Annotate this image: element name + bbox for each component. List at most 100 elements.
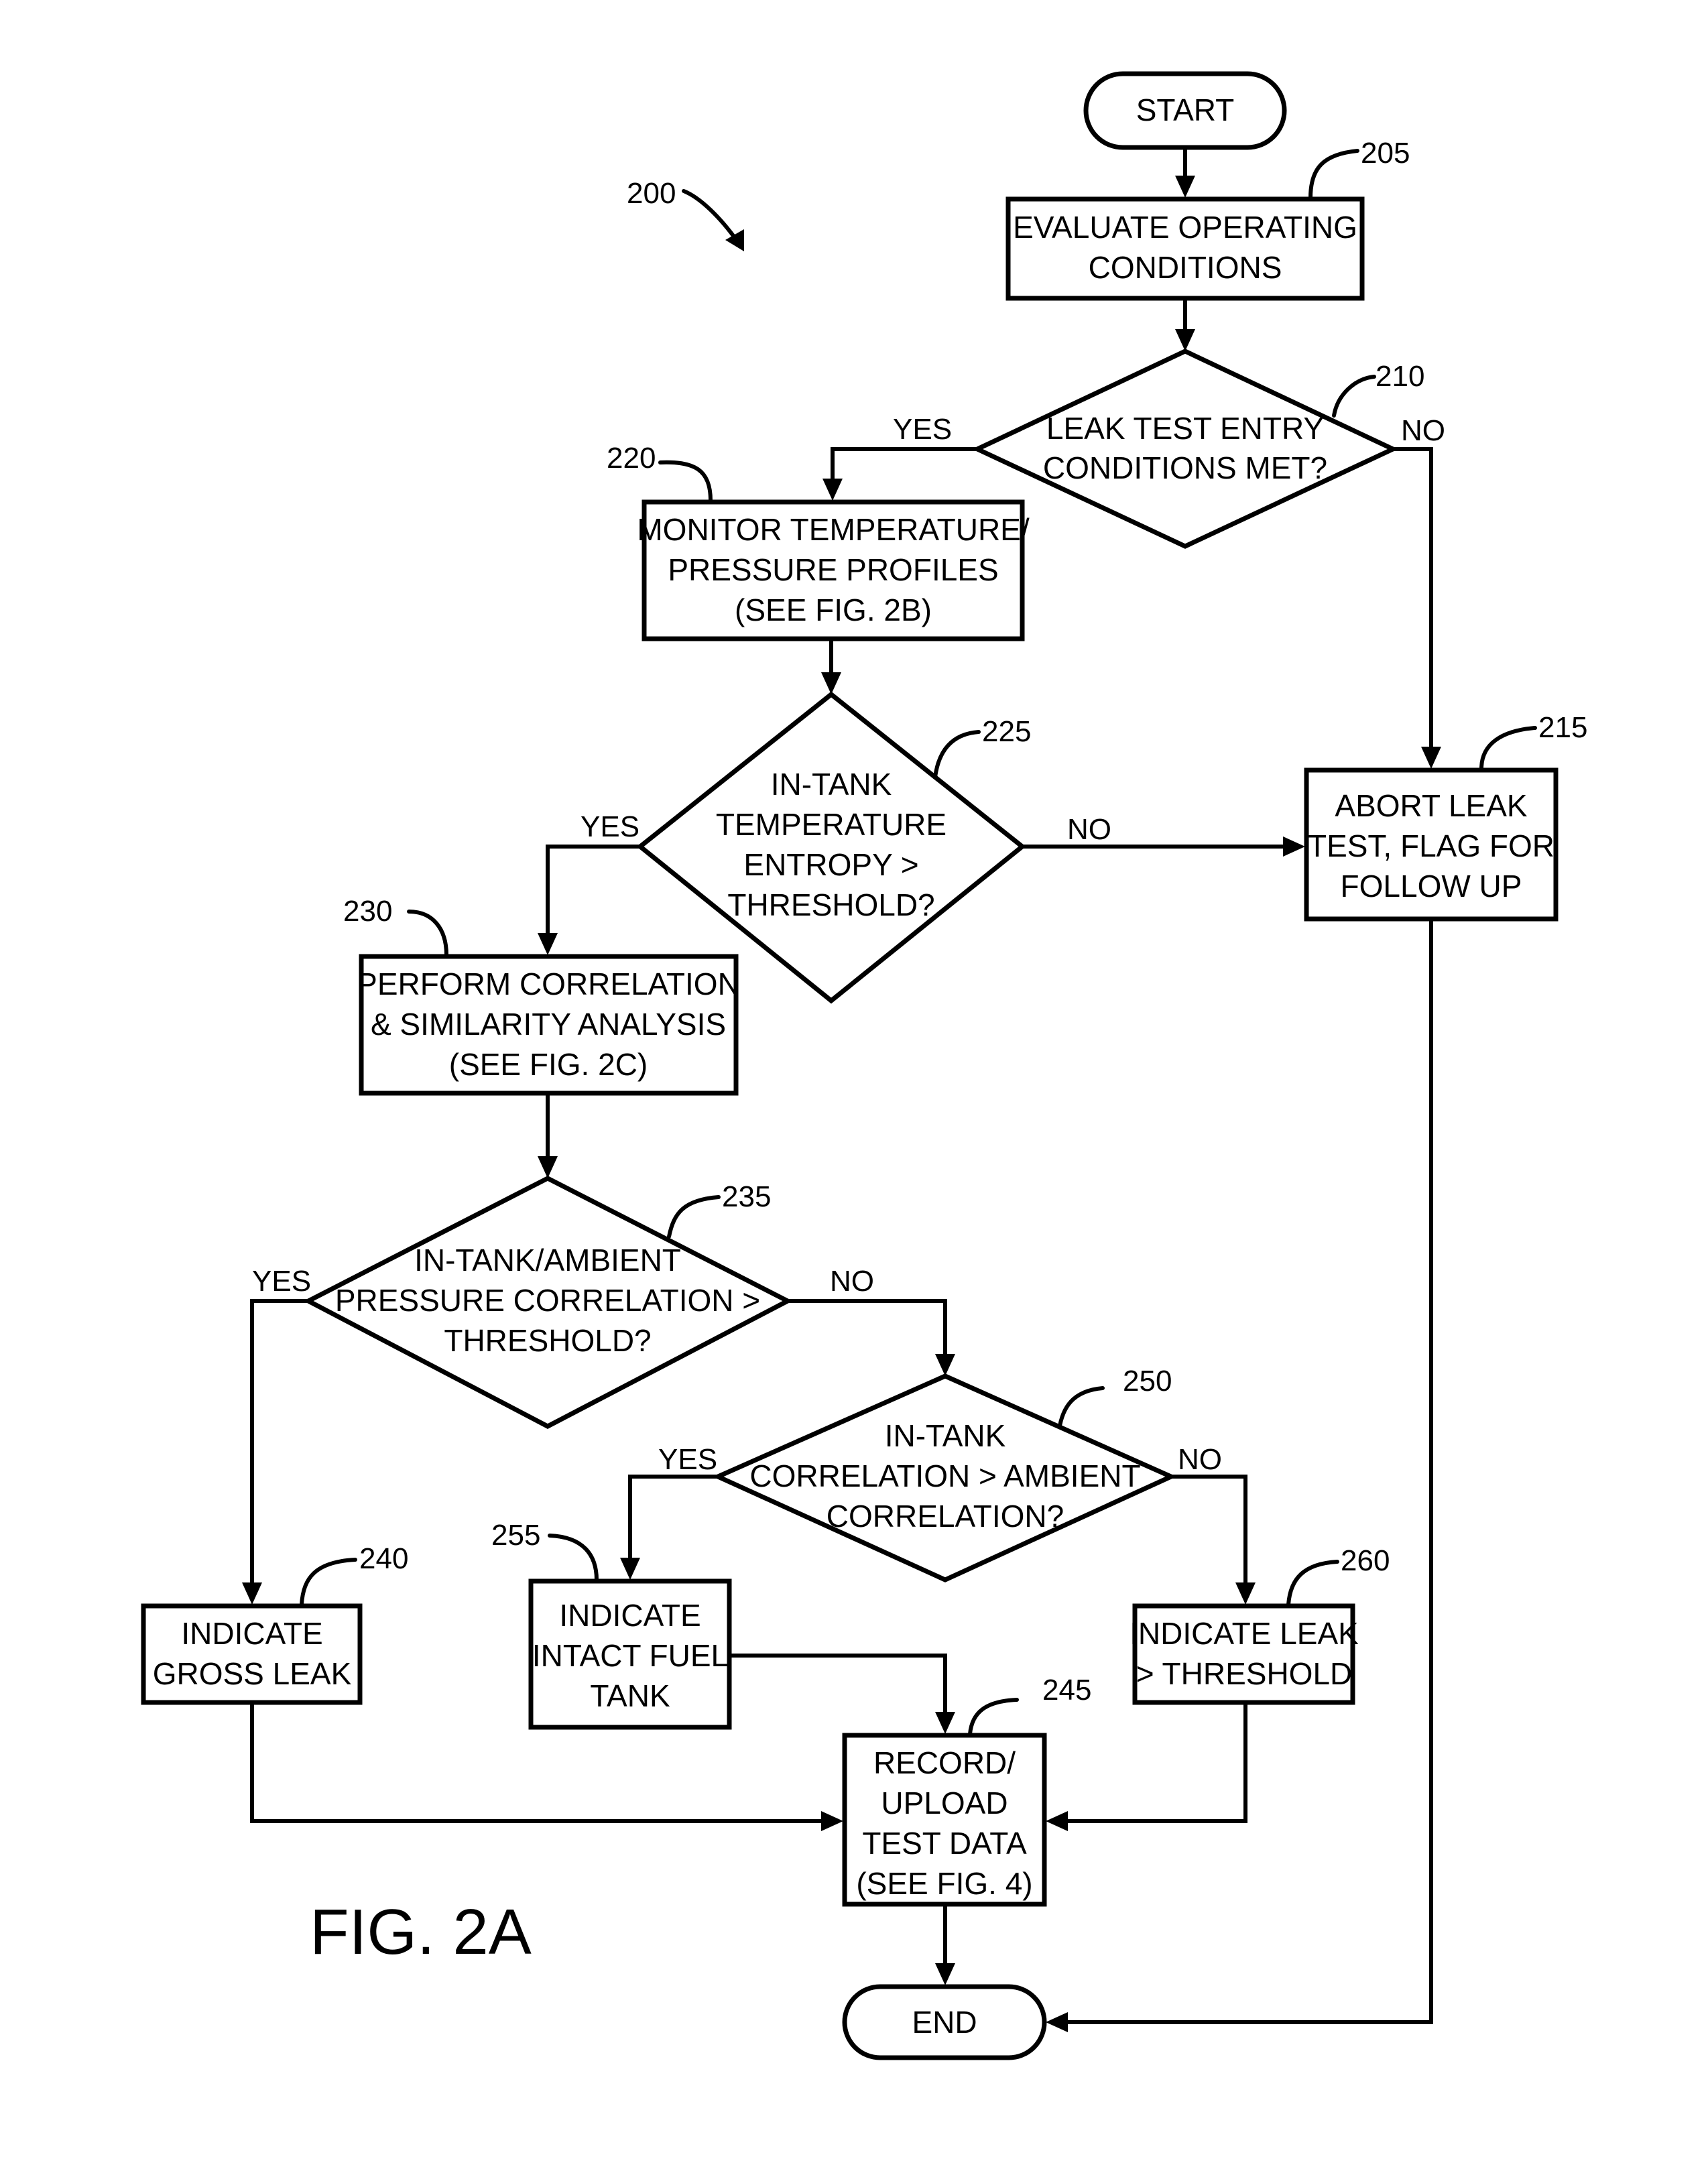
node-245-record-upload: RECORD/ UPLOAD TEST DATA (SEE FIG. 4) [842,1733,1047,1907]
node-text: RECORD/ [873,1745,1016,1780]
ref-240: 240 [359,1542,408,1575]
edge-210-220 [831,447,977,483]
node-text: INDICATE [181,1616,322,1651]
leader-205 [1308,149,1359,200]
node-210-leak-test-entry: LEAK TEST ENTRY CONDITIONS MET? [971,349,1399,549]
arrowhead-icon [538,1156,558,1178]
leader-240 [300,1558,357,1607]
node-text: PERFORM CORRELATION [357,967,740,1001]
edge-label-235-yes: YES [252,1265,311,1298]
node-start: START [1083,71,1287,150]
node-text: ABORT LEAK [1335,788,1528,823]
ref-225: 225 [982,715,1031,748]
leader-255 [548,1534,599,1582]
leader-260 [1286,1560,1339,1607]
node-text: INTACT FUEL [532,1638,728,1673]
leader-225 [933,730,981,780]
edge-260-245 [1064,1704,1247,1823]
node-text: TEST DATA [862,1826,1027,1861]
arrowhead-icon [935,1712,955,1734]
ref-230: 230 [343,895,392,928]
arrowhead-icon [821,1811,843,1831]
nodes: START EVALUATE OPERATING CONDITIONS LEAK… [141,71,1559,2060]
edge-225-230 [546,845,640,937]
edge-label-225-yes: YES [581,810,639,843]
arrowhead-icon [725,229,744,251]
node-230-correlation-analysis: PERFORM CORRELATION & SIMILARITY ANALYSI… [357,954,740,1096]
node-260-leak-above-threshold: INDICATE LEAK > THRESHOLD [1130,1603,1359,1705]
edge-255-245 [731,1654,947,1716]
node-text: CORRELATION? [827,1499,1064,1534]
node-text: IN-TANK/AMBIENT [414,1243,681,1278]
node-text: FOLLOW UP [1341,869,1522,904]
node-240-gross-leak: INDICATE GROSS LEAK [141,1603,363,1705]
node-text: (SEE FIG. 2C) [449,1047,648,1082]
edge-250-255 [628,1475,718,1562]
flowchart: YES NO YES NO YES NO YES NO 200 205 210 … [141,71,1587,2060]
node-text: IN-TANK [885,1418,1006,1453]
figure-label: FIG. 2A [310,1896,532,1968]
node-text: EVALUATE OPERATING [1013,210,1357,245]
node-text: ENTROPY > [743,847,918,882]
node-255-intact-fuel-tank: INDICATE INTACT FUEL TANK [528,1578,732,1730]
node-220-monitor-profiles: MONITOR TEMPERATURE/ PRESSURE PROFILES (… [637,499,1030,641]
arrowhead-icon [1235,1582,1256,1605]
node-text: GROSS LEAK [153,1656,352,1691]
arrowhead-icon [1283,836,1305,857]
ref-245: 245 [1042,1674,1091,1706]
node-text: & SIMILARITY ANALYSIS [371,1007,726,1042]
edge-label-250-no: NO [1178,1443,1222,1476]
node-215-abort-leak-test: ABORT LEAK TEST, FLAG FOR FOLLOW UP [1304,767,1559,922]
ref-220: 220 [607,442,656,475]
arrowhead-icon [1175,176,1195,198]
node-text: PRESSURE CORRELATION > [335,1283,760,1318]
arrowhead-icon [1421,747,1441,769]
node-text: TANK [590,1678,670,1713]
node-text: INDICATE [559,1598,700,1633]
arrowhead-icon [620,1558,640,1580]
arrowhead-icon [242,1582,262,1605]
node-text: CORRELATION > AMBIENT [749,1458,1140,1493]
arrowhead-icon [1175,329,1195,351]
node-text: IN-TANK [771,767,892,802]
node-250-in-tank-vs-ambient: IN-TANK CORRELATION > AMBIENT CORRELATIO… [712,1373,1177,1582]
ref-205: 205 [1361,137,1410,170]
arrowhead-icon [1046,1811,1068,1831]
leader-215 [1479,726,1537,771]
edge-label-210-no: NO [1401,414,1445,447]
ref-250: 250 [1123,1365,1172,1397]
leader-210 [1332,375,1376,418]
leader-230 [407,910,448,957]
arrowhead-icon [538,933,558,955]
node-text: PRESSURE PROFILES [668,552,998,587]
node-text: LEAK TEST ENTRY [1046,411,1324,446]
ref-260: 260 [1341,1544,1390,1577]
node-text: UPLOAD [881,1786,1008,1820]
node-end: END [842,1984,1047,2060]
node-text: START [1136,92,1235,127]
arrowhead-icon [822,479,843,501]
edge-label-250-yes: YES [658,1443,717,1476]
ref-255: 255 [491,1519,540,1552]
leader-220 [658,460,713,503]
arrowhead-icon [1046,2012,1068,2032]
edge-235-250 [788,1299,947,1358]
leader-245 [968,1698,1019,1736]
ref-215: 215 [1538,711,1587,744]
node-text: THRESHOLD? [727,887,934,922]
arrowhead-icon [821,672,841,694]
node-text: INDICATE LEAK [1130,1616,1359,1651]
arrowhead-icon [935,1354,955,1376]
node-text: MONITOR TEMPERATURE/ [637,512,1029,547]
edge-235-240 [250,1299,308,1587]
node-text: CONDITIONS MET? [1043,450,1327,485]
node-text: > THRESHOLD [1136,1656,1353,1691]
node-text: (SEE FIG. 4) [856,1866,1032,1901]
ref-235: 235 [722,1180,771,1213]
node-235-pressure-correlation: IN-TANK/AMBIENT PRESSURE CORRELATION > T… [303,1176,793,1429]
ref-210: 210 [1376,360,1424,393]
arrowhead-icon [935,1963,955,1985]
node-text: (SEE FIG. 2B) [735,593,932,627]
node-205-evaluate-operating-conditions: EVALUATE OPERATING CONDITIONS [1005,196,1365,301]
node-text: CONDITIONS [1089,250,1282,285]
